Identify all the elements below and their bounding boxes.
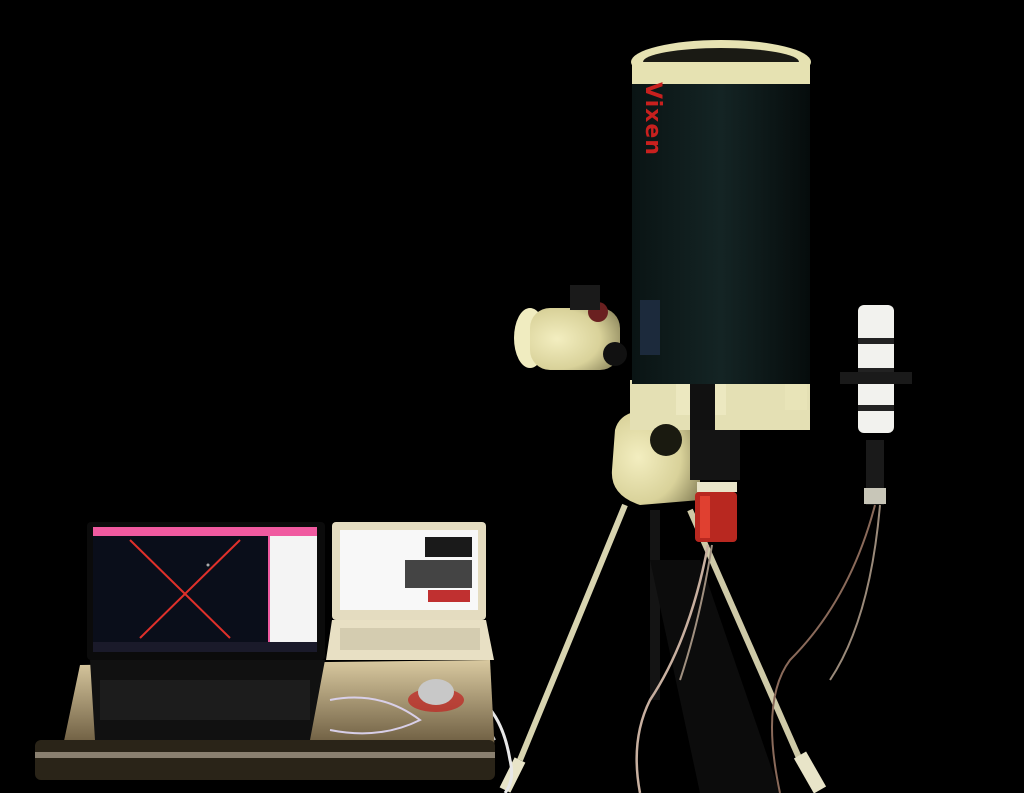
astro-camera bbox=[690, 430, 740, 542]
astronomy-setup-photo: Vixen bbox=[0, 0, 1024, 793]
telescope-brand-label: Vixen bbox=[640, 82, 665, 156]
laptop-left bbox=[87, 522, 325, 740]
laptop-right bbox=[326, 522, 494, 660]
